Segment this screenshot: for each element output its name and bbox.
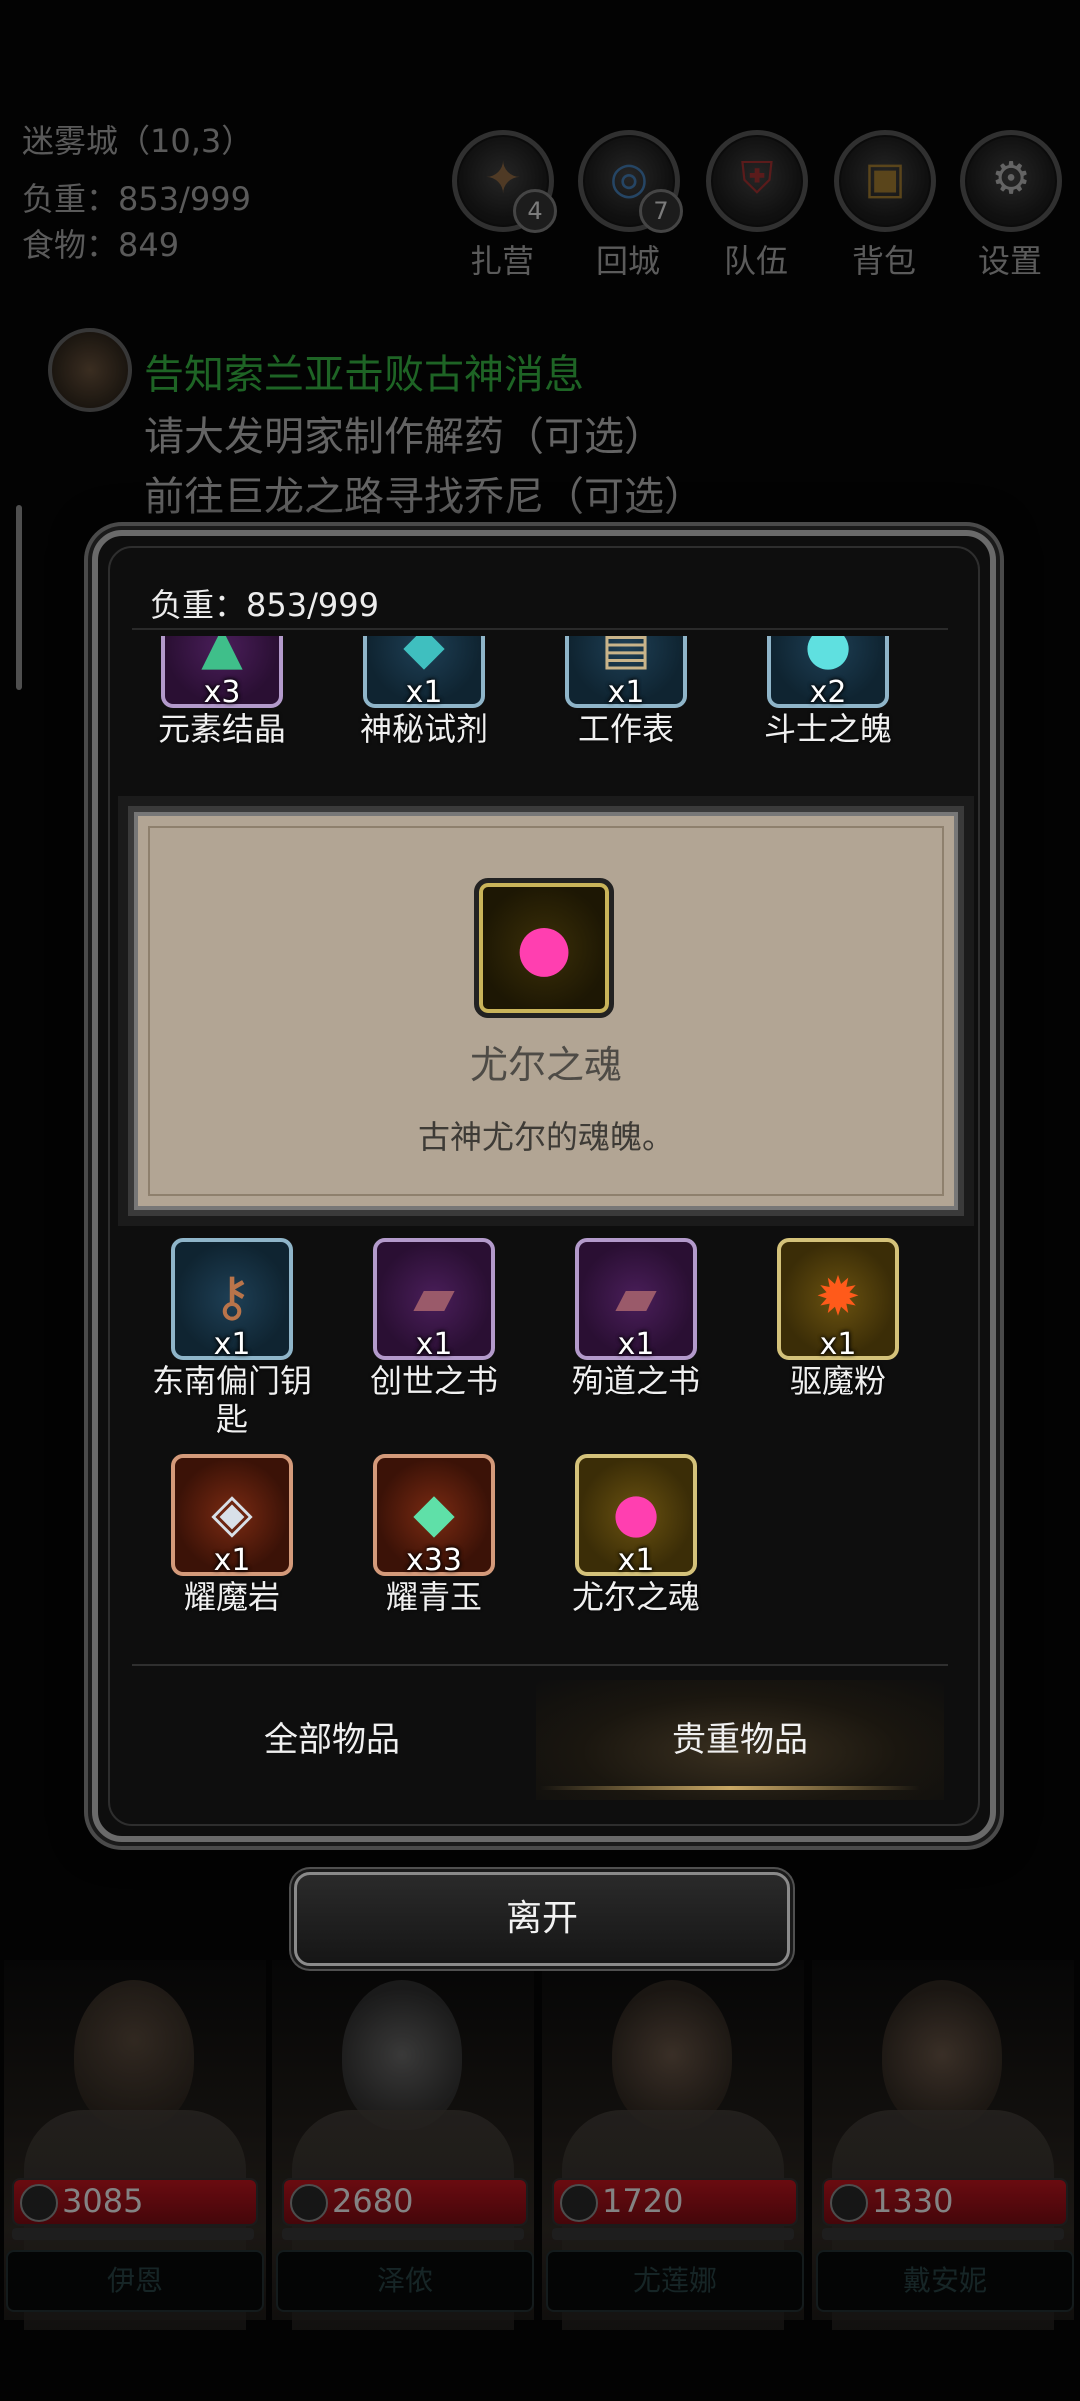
- item-slot[interactable]: ◆ x1 神秘试剂: [334, 636, 514, 746]
- item-name: 工作表: [577, 710, 674, 746]
- item-count: x1: [213, 1327, 251, 1362]
- item-slot[interactable]: ▲ x3 元素结晶: [132, 636, 312, 746]
- item-name: 尤尔之魂: [571, 1578, 700, 1616]
- item-slot[interactable]: ▤ x1 工作表: [536, 636, 716, 746]
- item-count: x1: [415, 1327, 453, 1362]
- item-slot[interactable]: ◆ x33 耀青玉: [344, 1454, 524, 1616]
- active-tab-indicator: [540, 1786, 920, 1790]
- item-slot[interactable]: ▰ x1 殉道之书: [546, 1238, 726, 1400]
- detail-item-slot: ●: [474, 878, 614, 1018]
- tab-valuables[interactable]: 贵重物品: [536, 1680, 944, 1800]
- item-name: 殉道之书: [571, 1362, 700, 1400]
- detail-item-description: 古神尤尔的魂魄。: [417, 1118, 674, 1156]
- item-name: 耀青玉: [385, 1578, 482, 1616]
- item-name: 斗士之魄: [763, 710, 892, 746]
- item-count: x1: [607, 675, 645, 710]
- item-count: x2: [809, 675, 847, 710]
- item-count: x1: [213, 1543, 251, 1578]
- item-name: 神秘试剂: [359, 710, 488, 746]
- tab-all-items[interactable]: 全部物品: [128, 1680, 536, 1800]
- item-count: x1: [405, 675, 443, 710]
- item-slot[interactable]: ● x1 尤尔之魂: [546, 1454, 726, 1616]
- item-slot[interactable]: ⚷ x1 东南偏门钥匙: [142, 1238, 322, 1438]
- divider: [132, 628, 948, 630]
- item-count: x1: [617, 1543, 655, 1578]
- item-grid-top-row: ▲ x3 元素结晶 ◆ x1 神秘试剂 ▤ x1 工作表 ● x2 斗士之魄: [132, 636, 948, 746]
- item-count: x33: [406, 1543, 462, 1578]
- item-count: x1: [819, 1327, 857, 1362]
- detail-item-name: 尤尔之魂: [469, 1043, 622, 1087]
- item-name: 元素结晶: [157, 710, 286, 746]
- item-detail-popup[interactable]: ● 尤尔之魂 古神尤尔的魂魄。: [128, 806, 964, 1216]
- item-name: 驱魔粉: [789, 1362, 886, 1400]
- item-slot[interactable]: ✹ x1 驱魔粉: [748, 1238, 928, 1400]
- inventory-weight: 负重：853/999: [150, 586, 379, 624]
- item-slot[interactable]: ▰ x1 创世之书: [344, 1238, 524, 1400]
- item-name: 耀魔岩: [183, 1578, 280, 1616]
- leave-button[interactable]: 离开: [294, 1872, 790, 1966]
- item-count: x3: [203, 675, 241, 710]
- item-name: 创世之书: [369, 1362, 498, 1400]
- divider: [132, 1664, 948, 1666]
- item-name: 东南偏门钥匙: [151, 1362, 312, 1438]
- item-slot[interactable]: ◈ x1 耀魔岩: [142, 1454, 322, 1616]
- item-count: x1: [617, 1327, 655, 1362]
- item-slot[interactable]: ● x2 斗士之魄: [738, 636, 918, 746]
- soul-orb-icon: ●: [516, 911, 572, 985]
